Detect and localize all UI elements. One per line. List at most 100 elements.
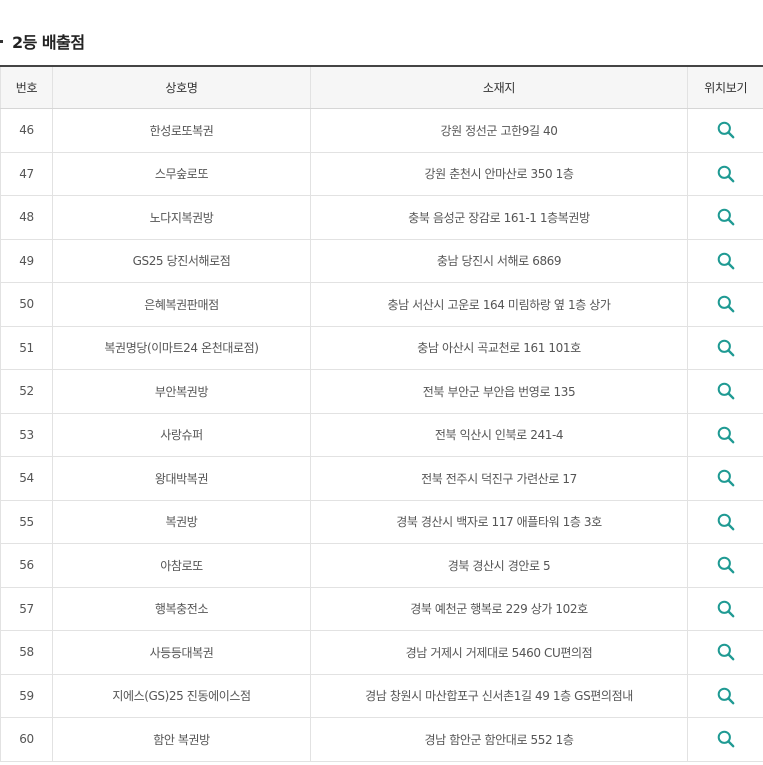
row-address: 경북 예천군 행복로 229 상가 102호 bbox=[310, 587, 688, 631]
row-map-cell bbox=[687, 717, 763, 762]
row-no: 60 bbox=[0, 717, 53, 762]
map-view-button[interactable] bbox=[712, 551, 740, 579]
search-icon bbox=[717, 382, 735, 400]
row-map-cell bbox=[687, 239, 763, 283]
row-address: 강원 정선군 고한9길 40 bbox=[310, 108, 688, 153]
row-map-cell bbox=[687, 195, 763, 240]
search-icon bbox=[717, 208, 735, 226]
table-body: 46 한성로또복권 강원 정선군 고한9길 40 47 스무숲로또 강원 춘천시… bbox=[0, 108, 763, 762]
search-icon bbox=[717, 121, 735, 139]
store-table: 번호 상호명 소재지 위치보기 46 한성로또복권 강원 정선군 고한9길 40… bbox=[0, 65, 763, 762]
row-map-cell bbox=[687, 326, 763, 370]
row-no: 58 bbox=[0, 630, 53, 675]
section-title-text: 2등 배출점 bbox=[12, 33, 85, 52]
row-address: 전북 부안군 부안읍 번영로 135 bbox=[310, 369, 688, 414]
row-address: 충남 아산시 곡교천로 161 101호 bbox=[310, 326, 688, 370]
row-store-name: 복권명당(이마트24 온천대로점) bbox=[52, 326, 311, 370]
table-row: 59 지에스(GS)25 진동에이스점 경남 창원시 마산합포구 신서촌1길 4… bbox=[0, 674, 763, 718]
map-view-button[interactable] bbox=[712, 160, 740, 188]
search-icon bbox=[717, 165, 735, 183]
table-row: 54 왕대박복권 전북 전주시 덕진구 가련산로 17 bbox=[0, 456, 763, 501]
row-store-name: 사랑슈퍼 bbox=[52, 413, 311, 457]
row-store-name: 행복충전소 bbox=[52, 587, 311, 631]
row-no: 57 bbox=[0, 587, 53, 631]
header-map: 위치보기 bbox=[687, 66, 763, 109]
row-map-cell bbox=[687, 630, 763, 675]
header-name: 상호명 bbox=[52, 66, 311, 109]
table-header-row: 번호 상호명 소재지 위치보기 bbox=[0, 66, 763, 109]
map-view-button[interactable] bbox=[712, 508, 740, 536]
map-view-button[interactable] bbox=[712, 377, 740, 405]
row-address: 전북 전주시 덕진구 가련산로 17 bbox=[310, 456, 688, 501]
row-map-cell bbox=[687, 587, 763, 631]
row-address: 충남 당진시 서해로 6869 bbox=[310, 239, 688, 283]
row-address: 경남 함안군 함안대로 552 1층 bbox=[310, 717, 688, 762]
row-store-name: 지에스(GS)25 진동에이스점 bbox=[52, 674, 311, 718]
map-view-button[interactable] bbox=[712, 682, 740, 710]
row-store-name: 은혜복권판매점 bbox=[52, 282, 311, 327]
row-address: 경남 창원시 마산합포구 신서촌1길 49 1층 GS편의점내 bbox=[310, 674, 688, 718]
row-map-cell bbox=[687, 369, 763, 414]
search-icon bbox=[717, 556, 735, 574]
row-no: 56 bbox=[0, 543, 53, 588]
search-icon bbox=[717, 339, 735, 357]
table-row: 57 행복충전소 경북 예천군 행복로 229 상가 102호 bbox=[0, 587, 763, 631]
row-no: 55 bbox=[0, 500, 53, 544]
table-row: 46 한성로또복권 강원 정선군 고한9길 40 bbox=[0, 108, 763, 153]
row-map-cell bbox=[687, 282, 763, 327]
row-no: 54 bbox=[0, 456, 53, 501]
row-store-name: 사등등대복권 bbox=[52, 630, 311, 675]
row-map-cell bbox=[687, 456, 763, 501]
row-store-name: 한성로또복권 bbox=[52, 108, 311, 153]
search-icon bbox=[717, 687, 735, 705]
map-view-button[interactable] bbox=[712, 203, 740, 231]
header-address: 소재지 bbox=[310, 66, 688, 109]
row-no: 47 bbox=[0, 152, 53, 196]
row-store-name: 왕대박복권 bbox=[52, 456, 311, 501]
row-address: 경남 거제시 거제대로 5460 CU편의점 bbox=[310, 630, 688, 675]
map-view-button[interactable] bbox=[712, 116, 740, 144]
map-view-button[interactable] bbox=[712, 725, 740, 753]
map-view-button[interactable] bbox=[712, 638, 740, 666]
table-row: 50 은혜복권판매점 충남 서산시 고운로 164 미림하랑 옆 1층 상가 bbox=[0, 282, 763, 327]
search-icon bbox=[717, 252, 735, 270]
table-row: 51 복권명당(이마트24 온천대로점) 충남 아산시 곡교천로 161 101… bbox=[0, 326, 763, 370]
table-row: 56 아참로또 경북 경산시 경안로 5 bbox=[0, 543, 763, 588]
table-row: 52 부안복권방 전북 부안군 부안읍 번영로 135 bbox=[0, 369, 763, 414]
table-row: 53 사랑슈퍼 전북 익산시 인북로 241-4 bbox=[0, 413, 763, 457]
map-view-button[interactable] bbox=[712, 290, 740, 318]
row-address: 충남 서산시 고운로 164 미림하랑 옆 1층 상가 bbox=[310, 282, 688, 327]
map-view-button[interactable] bbox=[712, 464, 740, 492]
table-row: 60 함안 복권방 경남 함안군 함안대로 552 1층 bbox=[0, 717, 763, 762]
row-no: 50 bbox=[0, 282, 53, 327]
row-address: 전북 익산시 인북로 241-4 bbox=[310, 413, 688, 457]
table-row: 58 사등등대복권 경남 거제시 거제대로 5460 CU편의점 bbox=[0, 630, 763, 675]
row-map-cell bbox=[687, 543, 763, 588]
row-store-name: 스무숲로또 bbox=[52, 152, 311, 196]
row-address: 경북 경산시 경안로 5 bbox=[310, 543, 688, 588]
row-store-name: 아참로또 bbox=[52, 543, 311, 588]
row-store-name: 노다지복권방 bbox=[52, 195, 311, 240]
row-map-cell bbox=[687, 413, 763, 457]
map-view-button[interactable] bbox=[712, 334, 740, 362]
row-map-cell bbox=[687, 674, 763, 718]
row-map-cell bbox=[687, 500, 763, 544]
table-row: 47 스무숲로또 강원 춘천시 안마산로 350 1층 bbox=[0, 152, 763, 196]
row-map-cell bbox=[687, 108, 763, 153]
title-bullet bbox=[0, 39, 3, 43]
row-store-name: 함안 복권방 bbox=[52, 717, 311, 762]
row-store-name: 복권방 bbox=[52, 500, 311, 544]
row-address: 경북 경산시 백자로 117 애플타워 1층 3호 bbox=[310, 500, 688, 544]
section-title: 2등 배출점 bbox=[0, 28, 85, 54]
header-no: 번호 bbox=[0, 66, 53, 109]
table-row: 48 노다지복권방 충북 음성군 장감로 161-1 1층복권방 bbox=[0, 195, 763, 240]
map-view-button[interactable] bbox=[712, 421, 740, 449]
row-no: 46 bbox=[0, 108, 53, 153]
search-icon bbox=[717, 469, 735, 487]
search-icon bbox=[717, 730, 735, 748]
row-store-name: 부안복권방 bbox=[52, 369, 311, 414]
map-view-button[interactable] bbox=[712, 595, 740, 623]
map-view-button[interactable] bbox=[712, 247, 740, 275]
table-row: 55 복권방 경북 경산시 백자로 117 애플타워 1층 3호 bbox=[0, 500, 763, 544]
row-map-cell bbox=[687, 152, 763, 196]
